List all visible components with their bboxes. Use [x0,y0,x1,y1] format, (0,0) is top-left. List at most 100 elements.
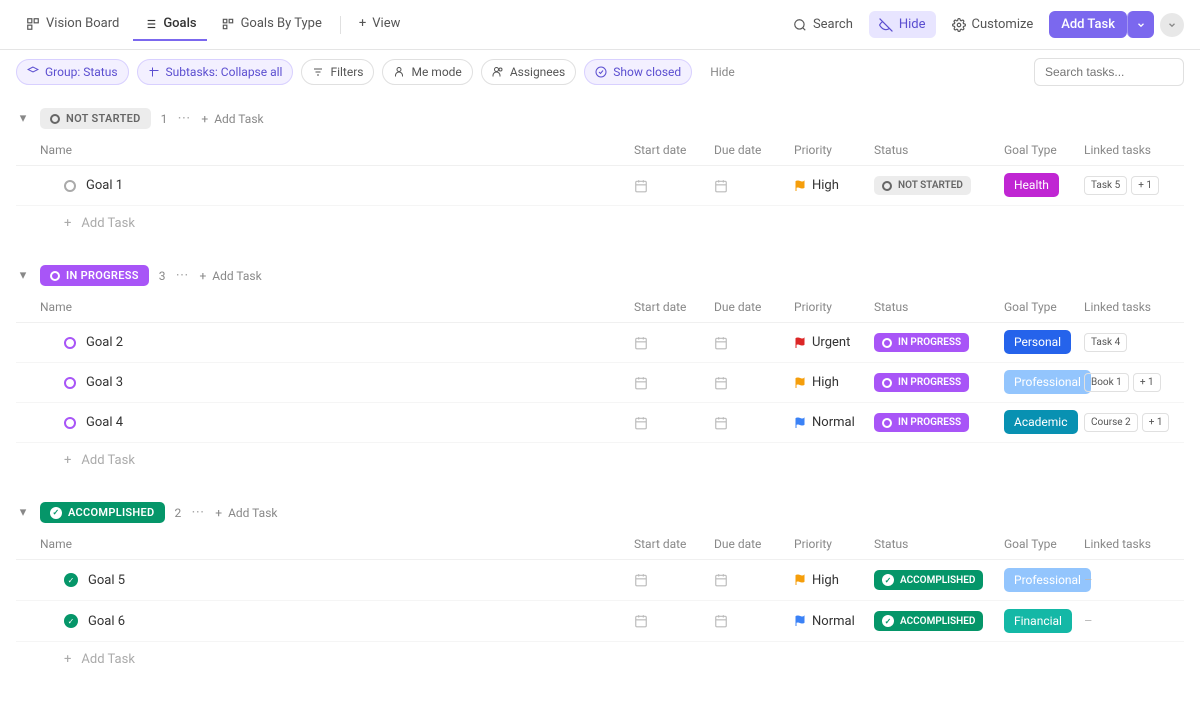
cell-due-date[interactable] [714,573,794,587]
status-badge[interactable]: IN PROGRESS [40,265,149,286]
cell-priority[interactable]: Urgent [794,335,874,350]
status-badge[interactable]: ✓ACCOMPLISHED [40,502,165,523]
assignees-pill[interactable]: Assignees [481,59,576,85]
collapse-chevron[interactable]: ▾ [16,268,30,283]
linked-more[interactable]: + 1 [1133,373,1161,392]
add-task-row[interactable]: +Add Task [16,206,1184,241]
linked-task[interactable]: Task 4 [1084,333,1127,352]
cell-due-date[interactable] [714,336,794,350]
table-row[interactable]: ✓Goal 6Normal✓ACCOMPLISHEDFinancial– [16,601,1184,642]
table-row[interactable]: Goal 2 UrgentIN PROGRESSPersonalTask 4 [16,323,1184,363]
add-task-group[interactable]: +Add Task [215,506,277,520]
status-icon[interactable]: ✓ [64,614,78,628]
cell-start-date[interactable] [634,336,714,350]
col-start-date[interactable]: Start date [634,300,714,314]
cell-status[interactable]: IN PROGRESS [874,413,1004,432]
collapse-chevron[interactable]: ▾ [16,111,30,126]
col-name[interactable]: Name [40,143,634,157]
cell-status[interactable]: ✓ACCOMPLISHED [874,570,1004,590]
hide-toolbar-button[interactable]: Hide [700,60,745,84]
status-icon[interactable] [64,337,76,349]
cell-goal-type[interactable]: Academic [1004,415,1084,430]
linked-more[interactable]: + 1 [1142,413,1170,432]
add-task-dropdown[interactable] [1127,11,1154,38]
col-linked-tasks[interactable]: Linked tasks [1084,143,1184,157]
customize-button[interactable]: Customize [942,11,1044,38]
col-start-date[interactable]: Start date [634,537,714,551]
cell-goal-type[interactable]: Health [1004,178,1084,193]
cell-start-date[interactable] [634,179,714,193]
add-task-row[interactable]: +Add Task [16,642,1184,677]
col-status[interactable]: Status [874,143,1004,157]
col-due-date[interactable]: Due date [714,143,794,157]
add-task-group[interactable]: +Add Task [199,269,261,283]
cell-status[interactable]: IN PROGRESS [874,333,1004,352]
hide-button[interactable]: Hide [869,11,936,38]
goal-name[interactable]: Goal 1 [86,178,123,193]
cell-priority[interactable]: High [794,573,874,588]
col-goal-type[interactable]: Goal Type [1004,143,1084,157]
col-status[interactable]: Status [874,537,1004,551]
linked-task[interactable]: Course 2 [1084,413,1138,432]
cell-due-date[interactable] [714,179,794,193]
col-due-date[interactable]: Due date [714,300,794,314]
status-badge[interactable]: NOT STARTED [40,108,151,129]
group-more[interactable]: ⋯ [191,505,205,520]
cell-goal-type[interactable]: Professional [1004,375,1084,390]
subtasks-pill[interactable]: Subtasks: Collapse all [137,59,294,85]
group-more[interactable]: ⋯ [175,268,189,283]
cell-priority[interactable]: Normal [794,614,874,629]
status-icon[interactable] [64,180,76,192]
col-goal-type[interactable]: Goal Type [1004,300,1084,314]
cell-start-date[interactable] [634,614,714,628]
col-name[interactable]: Name [40,537,634,551]
goal-name[interactable]: Goal 3 [86,375,123,390]
more-menu[interactable] [1160,13,1184,37]
table-row[interactable]: Goal 3 HighIN PROGRESSProfessionalBook 1+… [16,363,1184,403]
table-row[interactable]: Goal 1HighNOT STARTEDHealthTask 5+ 1 [16,166,1184,206]
cell-priority[interactable]: High [794,375,874,390]
col-goal-type[interactable]: Goal Type [1004,537,1084,551]
table-row[interactable]: ✓Goal 5High✓ACCOMPLISHEDProfessional– [16,560,1184,601]
status-icon[interactable] [64,377,76,389]
cell-status[interactable]: IN PROGRESS [874,373,1004,392]
group-pill[interactable]: Group: Status [16,59,129,85]
table-row[interactable]: Goal 4 NormalIN PROGRESSAcademicCourse 2+… [16,403,1184,443]
col-linked-tasks[interactable]: Linked tasks [1084,537,1184,551]
goal-name[interactable]: Goal 5 [88,573,125,588]
col-status[interactable]: Status [874,300,1004,314]
filters-pill[interactable]: Filters [301,59,374,85]
add-task-group[interactable]: +Add Task [201,112,263,126]
tab-add-view[interactable]: + View [349,8,411,41]
group-more[interactable]: ⋯ [177,111,191,126]
cell-start-date[interactable] [634,573,714,587]
linked-task[interactable]: Book 1 [1084,373,1129,392]
collapse-chevron[interactable]: ▾ [16,505,30,520]
col-priority[interactable]: Priority [794,143,874,157]
col-priority[interactable]: Priority [794,300,874,314]
cell-goal-type[interactable]: Financial [1004,614,1084,629]
cell-due-date[interactable] [714,416,794,430]
col-name[interactable]: Name [40,300,634,314]
show-closed-pill[interactable]: Show closed [584,59,692,85]
me-mode-pill[interactable]: Me mode [382,59,472,85]
goal-name[interactable]: Goal 4 [86,415,123,430]
cell-priority[interactable]: Normal [794,415,874,430]
cell-due-date[interactable] [714,376,794,390]
col-start-date[interactable]: Start date [634,143,714,157]
col-linked-tasks[interactable]: Linked tasks [1084,300,1184,314]
cell-status[interactable]: NOT STARTED [874,176,1004,195]
cell-priority[interactable]: High [794,178,874,193]
cell-due-date[interactable] [714,614,794,628]
tab-vision-board[interactable]: Vision Board [16,8,129,41]
search-tasks-input[interactable] [1034,58,1184,86]
linked-task[interactable]: Task 5 [1084,176,1127,195]
status-icon[interactable]: ✓ [64,573,78,587]
cell-status[interactable]: ✓ACCOMPLISHED [874,611,1004,631]
add-task-button[interactable]: Add Task [1049,11,1127,38]
add-task-row[interactable]: +Add Task [16,443,1184,478]
goal-name[interactable]: Goal 6 [88,614,125,629]
cell-start-date[interactable] [634,416,714,430]
cell-goal-type[interactable]: Personal [1004,335,1084,350]
goal-name[interactable]: Goal 2 [86,335,123,350]
